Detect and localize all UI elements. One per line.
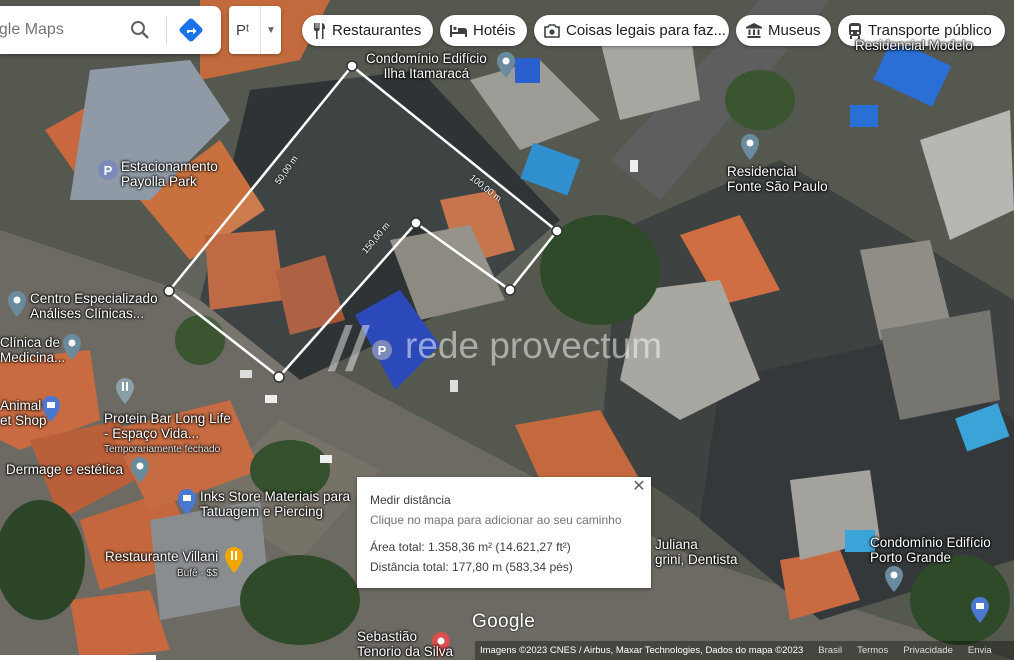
- layer-selector[interactable]: Pᵗ ▼: [229, 6, 281, 54]
- hotel-icon: [450, 24, 467, 37]
- place-label[interactable]: Sebastião Tenorio da Silva: [357, 629, 453, 659]
- place-label[interactable]: Juliana grini, Dentista: [655, 537, 738, 567]
- feedback-link[interactable]: Envia: [968, 645, 992, 656]
- chip-hotels[interactable]: Hotéis: [440, 15, 527, 46]
- shopping-icon[interactable]: [971, 597, 989, 623]
- place-label[interactable]: Dermage e estética: [6, 462, 123, 477]
- place-label[interactable]: Residencial Modelo: [855, 38, 973, 53]
- layer-label: Pᵗ: [236, 21, 250, 39]
- map-pin-icon[interactable]: [741, 134, 759, 160]
- map-footer: Imagens ©2023 CNES / Airbus, Maxar Techn…: [475, 641, 1014, 660]
- map-pin-icon[interactable]: [131, 457, 149, 483]
- search-divider: [166, 16, 167, 44]
- shopping-icon[interactable]: [178, 489, 196, 515]
- place-label[interactable]: Centro Especializado Análises Clínicas..…: [30, 291, 158, 321]
- place-label[interactable]: Protein Bar Long Life - Espaço Vida...: [104, 411, 231, 441]
- camera-icon: [544, 23, 560, 38]
- measure-subtitle: Clique no mapa para adicionar ao seu cam…: [370, 513, 622, 527]
- place-label[interactable]: Residencial Fonte São Paulo: [727, 164, 828, 194]
- search-input[interactable]: [0, 20, 112, 40]
- scale-bar[interactable]: [0, 655, 156, 660]
- place-label[interactable]: Inks Store Materiais para Tatuagem e Pie…: [200, 489, 350, 519]
- measure-area: Área total: 1.358,36 m² (14.621,27 ft²): [370, 540, 571, 554]
- place-label[interactable]: Condomínio Edifício Ilha Itamaracá: [366, 51, 487, 81]
- place-label[interactable]: Restaurante Villani: [105, 549, 218, 564]
- close-icon[interactable]: ✕: [631, 479, 647, 495]
- search-box[interactable]: [0, 6, 221, 54]
- measure-vertex: [346, 60, 358, 72]
- map-pin-icon[interactable]: [8, 291, 26, 317]
- svg-text:P: P: [378, 343, 387, 358]
- parking-icon[interactable]: P: [98, 160, 118, 180]
- measure-distance-card: ✕ Medir distância Clique no mapa para ad…: [357, 477, 651, 588]
- measure-vertex: [504, 284, 516, 296]
- place-label[interactable]: Estacionamento Payolla Park: [121, 159, 218, 189]
- country-link[interactable]: Brasil: [818, 645, 842, 656]
- measure-vertex: [551, 225, 563, 237]
- chip-label: Museus: [768, 22, 821, 39]
- svg-text:P: P: [104, 163, 113, 178]
- chip-things-to-do[interactable]: Coisas legais para faz...: [534, 15, 729, 46]
- restaurant-icon[interactable]: [116, 378, 134, 404]
- map-pin-icon[interactable]: [497, 52, 515, 78]
- restaurant-icon[interactable]: [225, 547, 243, 573]
- place-label[interactable]: Clínica de Medicina...: [0, 335, 65, 365]
- chip-label: Coisas legais para faz...: [566, 22, 727, 39]
- map-pin-icon[interactable]: [63, 334, 81, 360]
- transit-icon: [848, 22, 862, 39]
- google-logo: Google: [472, 611, 536, 632]
- search-icon[interactable]: [128, 18, 152, 42]
- chip-restaurants[interactable]: Restaurantes: [302, 15, 433, 46]
- chip-label: Transporte público: [868, 22, 992, 39]
- measure-vertex: [410, 217, 422, 229]
- restaurant-icon: [312, 22, 326, 39]
- imagery-credit: Imagens ©2023 CNES / Airbus, Maxar Techn…: [480, 645, 804, 656]
- directions-icon[interactable]: [178, 17, 204, 43]
- privacy-link[interactable]: Privacidade: [903, 645, 953, 656]
- place-label[interactable]: Condomínio Edifício Porto Grande: [870, 535, 991, 565]
- parking-icon[interactable]: P: [372, 340, 392, 360]
- measure-vertex: [163, 285, 175, 297]
- chip-label: Hotéis: [473, 22, 516, 39]
- chevron-down-icon[interactable]: ▼: [260, 6, 281, 54]
- watermark: rede provectum: [405, 325, 662, 366]
- measure-distance: Distância total: 177,80 m (583,34 pés): [370, 560, 573, 574]
- place-label[interactable]: Animal et Shop: [0, 398, 47, 428]
- chip-label: Restaurantes: [332, 22, 422, 39]
- terms-link[interactable]: Termos: [857, 645, 888, 656]
- museum-icon: [746, 23, 762, 38]
- svg-text://: //: [327, 315, 370, 384]
- measure-vertex: [273, 371, 285, 383]
- chip-museums[interactable]: Museus: [736, 15, 831, 46]
- map-pin-icon[interactable]: [885, 566, 903, 592]
- place-category: Bufê · $$: [177, 568, 218, 579]
- place-status: Temporariamente fechado: [104, 444, 221, 455]
- measure-title: Medir distância: [370, 493, 451, 507]
